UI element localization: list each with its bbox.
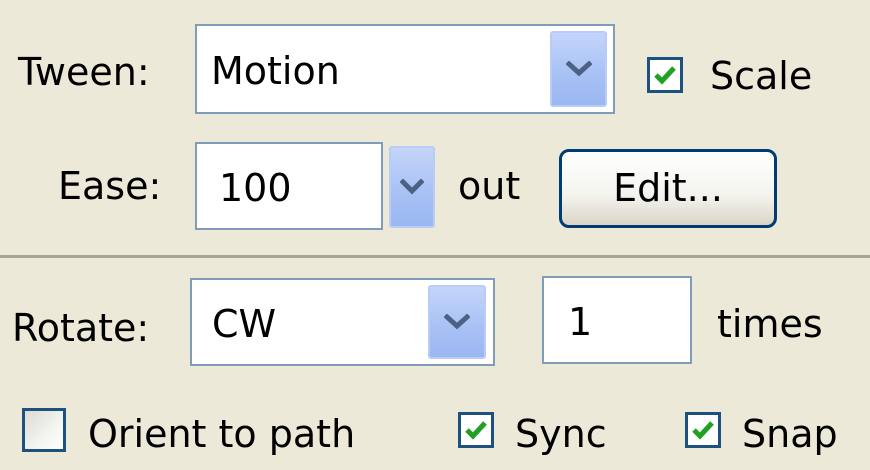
ease-direction-text: out bbox=[458, 164, 521, 208]
rotate-select[interactable]: CW bbox=[190, 278, 495, 366]
ease-input[interactable]: 100 bbox=[195, 142, 383, 230]
chevron-down-icon bbox=[444, 314, 470, 330]
ease-label: Ease: bbox=[58, 164, 162, 208]
rotate-dropdown-button[interactable] bbox=[428, 285, 486, 359]
tween-select-value: Motion bbox=[211, 49, 340, 93]
sync-label: Sync bbox=[515, 412, 607, 456]
snap-label: Snap bbox=[742, 412, 838, 456]
tween-select[interactable]: Motion bbox=[195, 24, 615, 114]
rotate-times-input[interactable]: 1 bbox=[542, 276, 692, 364]
orient-to-path-checkbox[interactable] bbox=[22, 408, 66, 452]
orient-to-path-label: Orient to path bbox=[88, 412, 356, 456]
rotate-label: Rotate: bbox=[12, 306, 150, 350]
checkmark-icon bbox=[692, 421, 714, 440]
ease-input-value: 100 bbox=[219, 166, 292, 210]
rotate-times-value: 1 bbox=[568, 300, 593, 344]
scale-label: Scale bbox=[710, 54, 813, 98]
scale-checkbox[interactable] bbox=[647, 57, 683, 93]
snap-checkbox[interactable] bbox=[685, 412, 721, 448]
rotate-select-value: CW bbox=[212, 302, 277, 346]
tween-dropdown-button[interactable] bbox=[550, 31, 607, 107]
section-divider bbox=[0, 255, 870, 258]
times-label: times bbox=[717, 302, 823, 346]
ease-dropdown-button[interactable] bbox=[389, 146, 435, 228]
checkmark-icon bbox=[654, 66, 676, 85]
chevron-down-icon bbox=[565, 61, 592, 77]
chevron-down-icon bbox=[400, 179, 424, 195]
tween-label: Tween: bbox=[18, 50, 150, 94]
edit-button[interactable]: Edit... bbox=[559, 149, 777, 228]
checkmark-icon bbox=[465, 421, 487, 440]
motion-tween-properties-panel: Tween: Motion Scale Ease: 100 out Edit..… bbox=[0, 0, 870, 470]
sync-checkbox[interactable] bbox=[458, 412, 494, 448]
